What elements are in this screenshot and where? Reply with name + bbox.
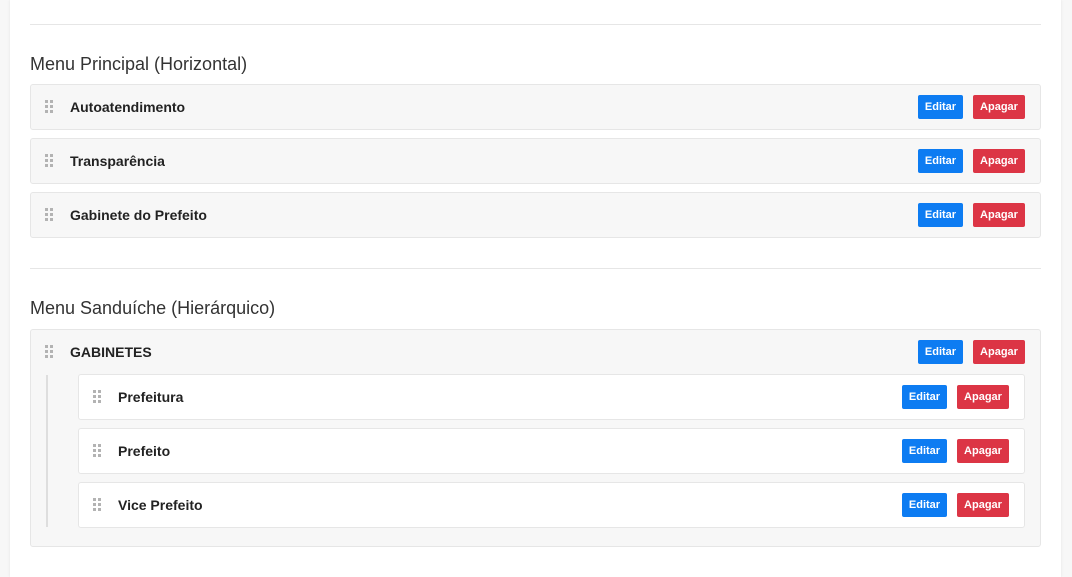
drag-handle-icon[interactable] <box>93 444 102 457</box>
drag-handle-icon[interactable] <box>93 390 102 403</box>
section-title-horizontal: Menu Principal (Horizontal) <box>30 54 248 74</box>
edit-button[interactable]: Editar <box>918 203 963 227</box>
menu-group-gabinetes[interactable]: GABINETES Editar Apagar Prefeitura Edita… <box>30 329 1041 547</box>
drag-handle-icon[interactable] <box>45 208 54 221</box>
menu-item-gabinete-do-prefeito[interactable]: Gabinete do Prefeito Editar Apagar <box>30 192 1041 238</box>
nesting-rail <box>46 375 48 527</box>
delete-button[interactable]: Apagar <box>973 340 1025 364</box>
edit-button[interactable]: Editar <box>918 149 963 173</box>
menu-item-label: Transparência <box>70 153 165 169</box>
delete-button[interactable]: Apagar <box>957 439 1009 463</box>
drag-handle-icon[interactable] <box>93 498 102 511</box>
edit-button[interactable]: Editar <box>918 340 963 364</box>
section-divider <box>30 268 1041 269</box>
submenu-item-vice-prefeito[interactable]: Vice Prefeito Editar Apagar <box>78 482 1025 528</box>
submenu-item-label: Vice Prefeito <box>118 497 203 513</box>
menu-item-label: Autoatendimento <box>70 99 186 115</box>
edit-button[interactable]: Editar <box>902 385 947 409</box>
menu-manager-panel: Menu Principal (Horizontal) Autoatendime… <box>10 0 1061 577</box>
submenu-item-label: Prefeito <box>118 443 171 459</box>
submenu-item-prefeitura[interactable]: Prefeitura Editar Apagar <box>78 374 1025 420</box>
top-divider <box>30 24 1041 25</box>
menu-item-transparencia[interactable]: Transparência Editar Apagar <box>30 138 1041 184</box>
section-title-hierarchical: Menu Sanduíche (Hierárquico) <box>30 298 276 318</box>
submenu-item-label: Prefeitura <box>118 389 184 405</box>
delete-button[interactable]: Apagar <box>973 203 1025 227</box>
delete-button[interactable]: Apagar <box>957 493 1009 517</box>
delete-button[interactable]: Apagar <box>973 95 1025 119</box>
menu-item-label: Gabinete do Prefeito <box>70 207 207 223</box>
menu-group-header: GABINETES Editar Apagar <box>31 330 1040 374</box>
delete-button[interactable]: Apagar <box>973 149 1025 173</box>
drag-handle-icon[interactable] <box>45 100 54 113</box>
drag-handle-icon[interactable] <box>45 345 54 358</box>
menu-group-label: GABINETES <box>70 344 152 360</box>
drag-handle-icon[interactable] <box>45 154 54 167</box>
submenu-item-prefeito[interactable]: Prefeito Editar Apagar <box>78 428 1025 474</box>
edit-button[interactable]: Editar <box>902 439 947 463</box>
delete-button[interactable]: Apagar <box>957 385 1009 409</box>
edit-button[interactable]: Editar <box>918 95 963 119</box>
menu-item-autoatendimento[interactable]: Autoatendimento Editar Apagar <box>30 84 1041 130</box>
edit-button[interactable]: Editar <box>902 493 947 517</box>
